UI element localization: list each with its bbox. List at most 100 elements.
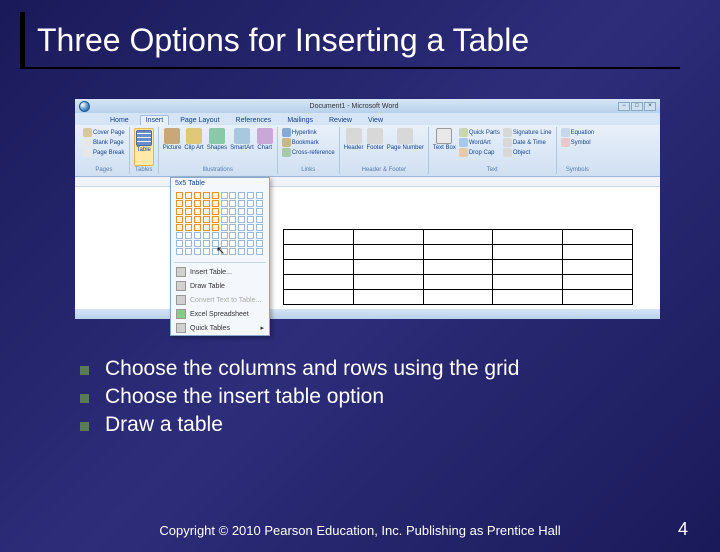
- grid-cell[interactable]: [176, 208, 183, 215]
- grid-cell[interactable]: [185, 232, 192, 239]
- grid-cell[interactable]: [185, 248, 192, 255]
- grid-cell[interactable]: [238, 216, 245, 223]
- grid-cell[interactable]: [221, 200, 228, 207]
- cover-page-button[interactable]: Cover Page: [83, 128, 125, 137]
- page-number-button[interactable]: Page Number: [387, 128, 424, 166]
- grid-cell[interactable]: [203, 216, 210, 223]
- grid-cell[interactable]: [247, 232, 254, 239]
- grid-cell[interactable]: [221, 216, 228, 223]
- grid-cell[interactable]: [176, 240, 183, 247]
- grid-cell[interactable]: [247, 240, 254, 247]
- grid-cell[interactable]: [176, 192, 183, 199]
- grid-cell[interactable]: [194, 216, 201, 223]
- grid-cell[interactable]: [229, 232, 236, 239]
- smartart-button[interactable]: SmartArt: [230, 128, 254, 166]
- grid-cell[interactable]: [176, 200, 183, 207]
- tab-references[interactable]: References: [231, 116, 277, 125]
- textbox-button[interactable]: Text Box: [433, 128, 456, 166]
- grid-cell[interactable]: [229, 200, 236, 207]
- symbol-button[interactable]: Symbol: [561, 138, 595, 147]
- grid-cell[interactable]: [194, 240, 201, 247]
- grid-cell[interactable]: [238, 248, 245, 255]
- grid-cell[interactable]: [238, 200, 245, 207]
- tab-review[interactable]: Review: [324, 116, 357, 125]
- grid-cell[interactable]: [185, 192, 192, 199]
- tab-insert[interactable]: Insert: [140, 115, 170, 125]
- grid-cell[interactable]: [194, 208, 201, 215]
- grid-cell[interactable]: [176, 232, 183, 239]
- tab-view[interactable]: View: [363, 116, 388, 125]
- grid-cell[interactable]: [256, 248, 263, 255]
- grid-cell[interactable]: [176, 216, 183, 223]
- grid-cell[interactable]: [203, 224, 210, 231]
- grid-cell[interactable]: [212, 224, 219, 231]
- clipart-button[interactable]: Clip Art: [184, 128, 203, 166]
- dropcap-button[interactable]: Drop Cap: [459, 148, 500, 157]
- grid-cell[interactable]: [238, 224, 245, 231]
- grid-cell[interactable]: [185, 200, 192, 207]
- grid-cell[interactable]: [176, 248, 183, 255]
- table-button[interactable]: Table: [134, 128, 154, 166]
- grid-cell[interactable]: [229, 248, 236, 255]
- cross-ref-button[interactable]: Cross-reference: [282, 148, 335, 157]
- grid-cell[interactable]: [203, 192, 210, 199]
- grid-cell[interactable]: [221, 192, 228, 199]
- office-button-icon[interactable]: [79, 101, 90, 112]
- grid-cell[interactable]: [203, 248, 210, 255]
- grid-cell[interactable]: [203, 240, 210, 247]
- grid-cell[interactable]: [256, 208, 263, 215]
- grid-cell[interactable]: [238, 232, 245, 239]
- grid-cell[interactable]: [185, 224, 192, 231]
- close-button[interactable]: ×: [644, 102, 656, 111]
- hyperlink-button[interactable]: Hyperlink: [282, 128, 335, 137]
- grid-cell[interactable]: [247, 224, 254, 231]
- grid-cell[interactable]: [194, 192, 201, 199]
- object-button[interactable]: Object: [503, 148, 552, 157]
- grid-cell[interactable]: [229, 192, 236, 199]
- grid-cell[interactable]: [203, 208, 210, 215]
- minimize-button[interactable]: −: [618, 102, 630, 111]
- grid-cell[interactable]: [194, 224, 201, 231]
- grid-cell[interactable]: [176, 224, 183, 231]
- grid-cell[interactable]: [238, 192, 245, 199]
- grid-cell[interactable]: [185, 240, 192, 247]
- grid-cell[interactable]: [256, 240, 263, 247]
- grid-cell[interactable]: [256, 224, 263, 231]
- shapes-button[interactable]: Shapes: [207, 128, 227, 166]
- grid-cell[interactable]: [194, 200, 201, 207]
- grid-cell[interactable]: [247, 248, 254, 255]
- grid-cell[interactable]: [212, 216, 219, 223]
- grid-cell[interactable]: [229, 216, 236, 223]
- grid-cell[interactable]: [194, 248, 201, 255]
- grid-cell[interactable]: [256, 216, 263, 223]
- quick-tables-item[interactable]: Quick Tables▸: [171, 321, 269, 335]
- grid-cell[interactable]: [212, 232, 219, 239]
- grid-cell[interactable]: [256, 200, 263, 207]
- chart-button[interactable]: Chart: [257, 128, 273, 166]
- draw-table-item[interactable]: Draw Table: [171, 279, 269, 293]
- quick-parts-button[interactable]: Quick Parts: [459, 128, 500, 137]
- grid-cell[interactable]: [247, 216, 254, 223]
- picture-button[interactable]: Picture: [163, 128, 182, 166]
- grid-cell[interactable]: [203, 232, 210, 239]
- tab-home[interactable]: Home: [105, 116, 134, 125]
- grid-cell[interactable]: [247, 208, 254, 215]
- grid-cell[interactable]: [238, 208, 245, 215]
- grid-cell[interactable]: [256, 192, 263, 199]
- grid-cell[interactable]: [221, 224, 228, 231]
- maximize-button[interactable]: □: [631, 102, 643, 111]
- grid-cell[interactable]: [229, 240, 236, 247]
- grid-cell[interactable]: [247, 192, 254, 199]
- tab-page-layout[interactable]: Page Layout: [175, 116, 224, 125]
- page-break-button[interactable]: Page Break: [83, 148, 125, 157]
- grid-cell[interactable]: [185, 216, 192, 223]
- grid-cell[interactable]: [221, 208, 228, 215]
- grid-cell[interactable]: [185, 208, 192, 215]
- blank-page-button[interactable]: Blank Page: [83, 138, 125, 147]
- grid-cell[interactable]: [203, 200, 210, 207]
- tab-mailings[interactable]: Mailings: [282, 116, 318, 125]
- grid-cell[interactable]: [229, 208, 236, 215]
- grid-cell[interactable]: [221, 232, 228, 239]
- grid-cell[interactable]: [247, 200, 254, 207]
- insert-table-item[interactable]: Insert Table...: [171, 265, 269, 279]
